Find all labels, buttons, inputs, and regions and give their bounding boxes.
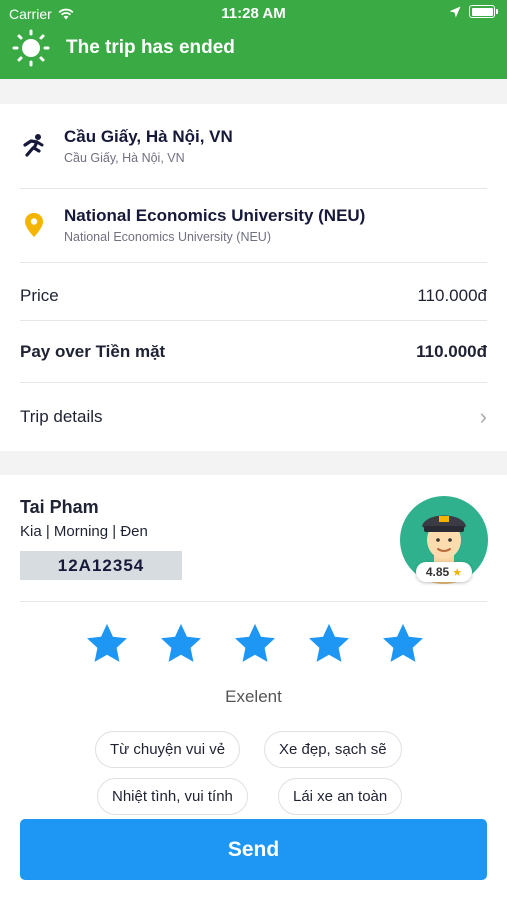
destination-location: National Economics University (NEU) Nati… xyxy=(20,176,487,274)
star-icon[interactable] xyxy=(84,621,130,667)
send-button[interactable]: Send xyxy=(20,819,487,880)
feedback-tag[interactable]: Nhiệt tình, vui tính xyxy=(97,778,248,815)
sun-icon xyxy=(12,29,50,67)
driver-name: Tai Pham xyxy=(20,497,99,517)
pickup-person-icon xyxy=(20,132,48,160)
price-row: Price 110.000đ xyxy=(20,276,487,316)
destination-name: National Economics University (NEU) xyxy=(64,206,366,225)
map-pin-icon xyxy=(20,211,48,239)
star-icon[interactable] xyxy=(158,621,204,667)
destination-detail: National Economics University (NEU) xyxy=(64,230,272,244)
divider xyxy=(20,601,487,602)
payment-label: Pay over Tiền mặt xyxy=(20,342,166,361)
chevron-right-icon: › xyxy=(479,404,487,429)
star-icon: ★ xyxy=(452,566,463,579)
feedback-tag[interactable]: Xe đẹp, sạch sẽ xyxy=(264,731,402,768)
title-row: The trip has ended xyxy=(12,29,235,67)
pickup-detail: Cầu Giấy, Hà Nội, VN xyxy=(64,151,185,165)
price-label: Price xyxy=(20,286,59,305)
divider xyxy=(20,320,487,321)
payment-row: Pay over Tiền mặt 110.000đ xyxy=(20,332,487,372)
pickup-name: Cầu Giấy, Hà Nội, VN xyxy=(64,127,233,146)
header-bar: Carrier 11:28 AM The trip has ended xyxy=(0,0,507,79)
status-bar: Carrier 11:28 AM xyxy=(0,0,507,26)
trip-status-title: The trip has ended xyxy=(66,37,235,58)
rating-label: Exelent xyxy=(225,687,282,706)
license-plate: 12A12354 xyxy=(20,551,182,580)
payment-value: 110.000đ xyxy=(416,342,487,361)
trip-summary-card: Cầu Giấy, Hà Nội, VN Cầu Giấy, Hà Nội, V… xyxy=(0,104,507,451)
star-icon[interactable] xyxy=(232,621,278,667)
feedback-tag[interactable]: Lái xe an toàn xyxy=(278,778,403,815)
vehicle-info: Kia | Morning | Đen xyxy=(20,523,148,540)
status-time: 11:28 AM xyxy=(221,5,286,22)
price-value: 110.000đ xyxy=(417,286,487,305)
feedback-tag[interactable]: Từ chuyện vui vẻ xyxy=(95,731,241,768)
divider xyxy=(20,262,487,263)
trip-details-label: Trip details xyxy=(20,407,103,426)
driver-avatar: 4.85 ★ xyxy=(400,496,488,584)
driver-rating-badge: 4.85 ★ xyxy=(416,562,472,582)
star-rating xyxy=(84,621,426,667)
star-icon[interactable] xyxy=(306,621,352,667)
trip-details-row[interactable]: Trip details › xyxy=(20,387,487,447)
divider xyxy=(20,382,487,383)
location-arrow-icon xyxy=(449,6,461,17)
driver-rating-value: 4.85 xyxy=(425,565,450,579)
star-icon[interactable] xyxy=(380,621,426,667)
battery-icon xyxy=(469,5,498,18)
status-right xyxy=(449,5,498,18)
driver-rating-card: Tai Pham Kia | Morning | Đen 12A12354 4.… xyxy=(0,475,507,900)
